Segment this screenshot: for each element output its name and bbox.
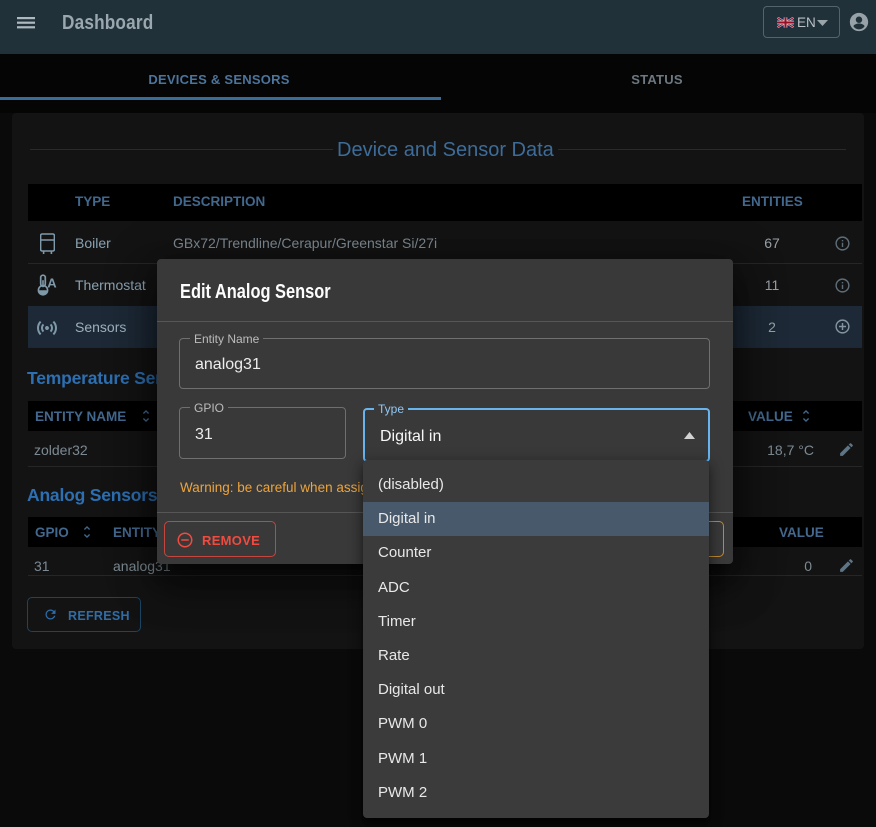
svg-text:A: A xyxy=(47,276,57,291)
